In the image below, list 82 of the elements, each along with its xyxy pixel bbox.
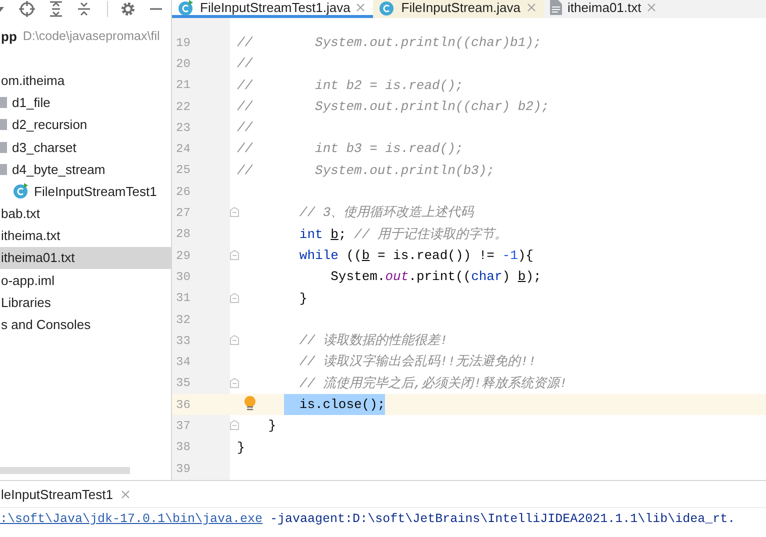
- code-line: // 读取数据的性能很差!: [298, 332, 448, 350]
- project-path: D:\code\javasepromax\fil: [22, 29, 160, 44]
- tree-item[interactable]: FileInputStreamTest1: [0, 180, 171, 202]
- code-line: while ((b = is.read()) != -1){: [298, 246, 534, 265]
- code-line: System.out.print((char) b);: [330, 268, 542, 286]
- tree-item[interactable]: om.itheima: [0, 69, 171, 92]
- editor-tab[interactable]: FileInputStream.java: [373, 0, 544, 18]
- code-line: // 流使用完毕之后,必须关闭!释放系统资源!: [298, 374, 568, 393]
- code-line: // System.out.println(b3);: [237, 162, 494, 180]
- close-icon[interactable]: [526, 3, 536, 12]
- tree-item[interactable]: itheima01.txt: [0, 246, 171, 270]
- line-number: 35: [175, 376, 192, 390]
- line-number: 34: [175, 355, 192, 370]
- line-number: 19: [175, 36, 192, 50]
- tree-item[interactable]: d2_recursion: [0, 114, 171, 136]
- code-line: // int b3 = is.read();: [237, 140, 464, 158]
- code-line: // System.out.println((char)b1);: [237, 34, 542, 52]
- text-file-icon: [550, 0, 562, 15]
- fold-marker-icon[interactable]: [230, 250, 239, 260]
- close-icon[interactable]: [121, 490, 130, 498]
- code-line: int b; // 用于记住读取的字节。: [298, 226, 508, 244]
- fold-marker-icon[interactable]: [230, 292, 239, 303]
- line-number: 28: [175, 227, 192, 242]
- tree-item[interactable]: bab.txt: [0, 202, 171, 225]
- line-number: 20: [175, 56, 192, 71]
- line-number: 37: [175, 418, 192, 433]
- code-line: // System.out.println((char) b2);: [237, 98, 550, 116]
- settings-icon[interactable]: [120, 1, 136, 17]
- code-line: }: [298, 290, 308, 308]
- folder-icon: [0, 142, 7, 153]
- line-number: 39: [175, 462, 192, 476]
- line-number: 23: [175, 120, 192, 135]
- line-number: 26: [175, 184, 192, 199]
- line-number: 36: [175, 398, 192, 412]
- project-name: pp: [1, 28, 17, 44]
- code-line: }: [267, 417, 276, 436]
- folder-icon: [0, 164, 7, 175]
- class-icon: [178, 0, 194, 16]
- close-icon[interactable]: [356, 3, 366, 12]
- line-number: 27: [175, 206, 192, 220]
- class-icon: [13, 183, 29, 200]
- line-number: 22: [175, 100, 192, 114]
- editor-tab[interactable]: FileInputStreamTest1.java: [172, 0, 374, 18]
- close-icon[interactable]: [647, 3, 656, 12]
- tree-item[interactable]: itheima.txt: [0, 224, 171, 247]
- tree-item[interactable]: d4_byte_stream: [0, 158, 171, 180]
- line-number: 31: [175, 291, 192, 306]
- collapse-all-icon[interactable]: [77, 1, 91, 17]
- line-number: 30: [175, 270, 192, 284]
- editor-tab[interactable]: itheima01.txt: [544, 0, 664, 18]
- crosshair-icon[interactable]: [19, 1, 35, 17]
- class-icon: [379, 0, 396, 16]
- line-number: 32: [175, 312, 192, 326]
- line-number: 29: [175, 248, 192, 263]
- code-line: // 3、使用循环改造上述代码: [298, 204, 474, 222]
- line-number: 33: [175, 334, 192, 348]
- run-tab[interactable]: leInputStreamTest1: [1, 486, 130, 502]
- code-line: //: [237, 55, 253, 74]
- tree-item[interactable]: o-app.iml: [0, 269, 171, 292]
- line-number: 21: [175, 78, 192, 92]
- scrollbar[interactable]: [0, 467, 130, 474]
- console-text: -javaagent:D:\soft\JetBrains\IntelliJIDEA2021.1.1\lib\idea_rt.: [269, 512, 736, 526]
- tree-item[interactable]: d1_file: [0, 92, 171, 114]
- code-line: // 读取汉字输出会乱码!!无法避免的!!: [298, 353, 536, 372]
- code-line: // int b2 = is.read();: [237, 76, 464, 95]
- tree-item[interactable]: d3_charset: [0, 136, 171, 158]
- expand-all-icon[interactable]: [49, 1, 63, 17]
- fold-marker-icon[interactable]: [230, 378, 239, 388]
- code-line: }: [237, 438, 245, 457]
- fold-marker-icon[interactable]: [230, 335, 239, 346]
- console-link[interactable]: :\soft\Java\jdk-17.0.1\bin\java.exe: [0, 512, 263, 526]
- line-number: 25: [175, 163, 192, 178]
- fold-marker-icon[interactable]: [230, 207, 239, 218]
- lightbulb-icon[interactable]: [244, 396, 256, 412]
- folder-icon: [0, 97, 7, 108]
- fold-marker-icon[interactable]: [230, 420, 239, 430]
- folder-icon: [0, 119, 7, 130]
- tree-item[interactable]: Libraries: [0, 291, 171, 314]
- code-line: //: [237, 119, 253, 138]
- tree-item[interactable]: s and Consoles: [0, 313, 171, 336]
- line-number: 38: [175, 440, 192, 454]
- line-number: 24: [175, 142, 192, 156]
